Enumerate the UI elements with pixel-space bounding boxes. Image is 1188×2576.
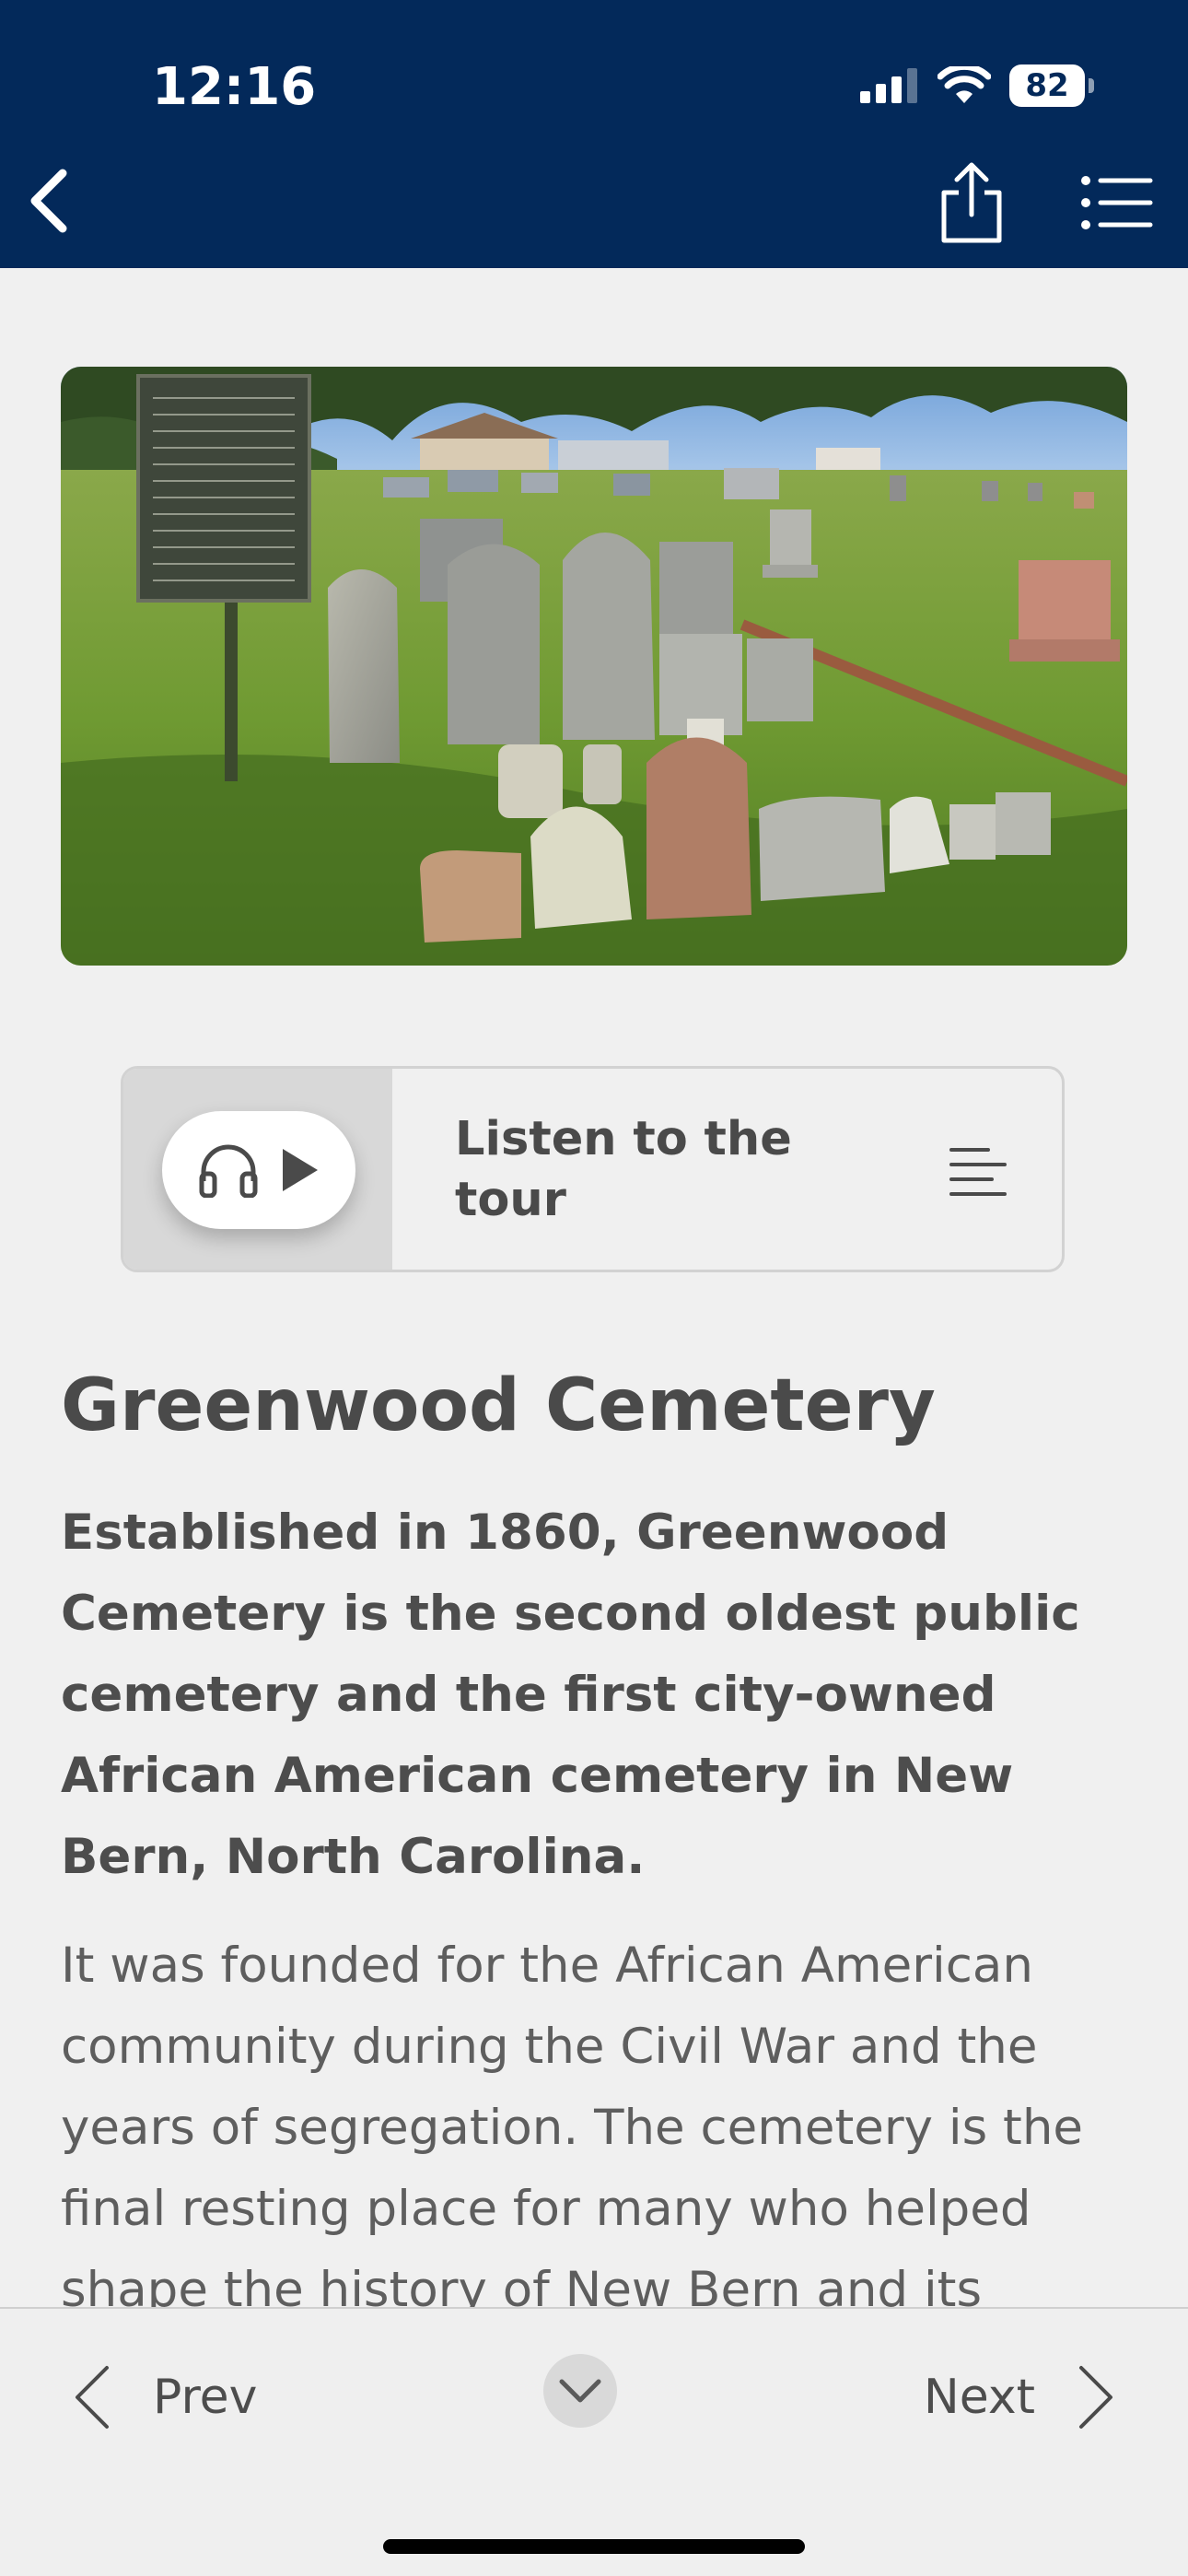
cemetery-photo	[61, 367, 1127, 966]
status-icons: 82	[860, 64, 1094, 107]
hero-image	[61, 367, 1127, 966]
collapse-button[interactable]	[543, 2354, 617, 2428]
audio-player-panel	[123, 1069, 392, 1270]
top-bar: 12:16 82	[0, 0, 1188, 268]
battery-level: 82	[1025, 67, 1069, 104]
prev-button[interactable]: Prev	[72, 2364, 257, 2430]
status-time: 12:16	[152, 57, 317, 117]
play-audio-button[interactable]	[162, 1111, 355, 1229]
text-align-icon	[949, 1148, 1007, 1196]
page-title: Greenwood Cemetery	[61, 1364, 936, 1447]
headphones-icon	[199, 1144, 258, 1198]
share-button[interactable]	[930, 157, 1013, 249]
cellular-signal-icon	[860, 68, 917, 103]
prev-label: Prev	[153, 2370, 258, 2425]
audio-tour-card[interactable]: Listen to the tour	[121, 1066, 1065, 1272]
next-button[interactable]: Next	[924, 2364, 1116, 2430]
chevron-down-icon	[559, 2379, 601, 2403]
article-lead: Established in 1860, Greenwood Cemetery …	[61, 1505, 1080, 1885]
chevron-left-icon	[30, 169, 67, 233]
content-scroll-area[interactable]: Listen to the tour Greenwood Cemetery Es…	[0, 268, 1188, 2307]
battery-nub	[1089, 78, 1094, 93]
transcript-button[interactable]	[949, 1146, 1007, 1201]
content-inner: Listen to the tour Greenwood Cemetery Es…	[0, 268, 1188, 2307]
share-icon	[941, 162, 1002, 243]
chevron-right-icon	[1079, 2366, 1112, 2429]
audio-tour-label: Listen to the tour	[455, 1112, 792, 1227]
next-label: Next	[923, 2370, 1035, 2425]
article-body: It was founded for the African American …	[61, 1938, 1084, 2307]
menu-button[interactable]	[1077, 166, 1157, 240]
list-icon	[1081, 176, 1153, 229]
back-button[interactable]	[17, 162, 81, 240]
play-icon	[283, 1149, 318, 1191]
wifi-icon	[938, 66, 991, 103]
battery-indicator: 82	[1009, 64, 1094, 107]
chevron-left-icon	[76, 2366, 109, 2429]
bottom-pager-bar: Prev Next	[0, 2307, 1188, 2576]
home-indicator[interactable]	[383, 2539, 805, 2554]
